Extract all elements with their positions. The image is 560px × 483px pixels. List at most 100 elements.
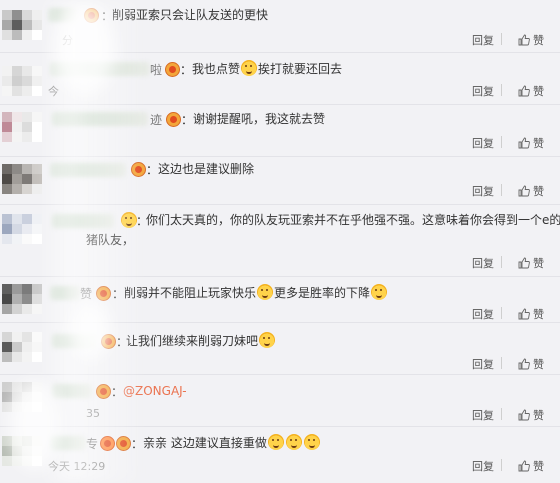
divider bbox=[501, 33, 502, 45]
avatar[interactable] bbox=[2, 214, 42, 244]
comment-item: ： 让我们继续来削弱刀妹吧 回复 赞 bbox=[0, 322, 560, 374]
divider bbox=[501, 459, 502, 471]
timestamp: 35 bbox=[86, 407, 100, 420]
username-blurred[interactable] bbox=[50, 62, 150, 76]
timestamp: 今 bbox=[48, 85, 59, 98]
like-button[interactable]: 赞 bbox=[518, 356, 544, 372]
username-tail[interactable]: 赞 bbox=[80, 285, 92, 302]
divider bbox=[501, 184, 502, 196]
comment-item: ： @ZONGAJ- 35 回复 赞 bbox=[0, 374, 560, 426]
username-blurred[interactable] bbox=[50, 436, 86, 450]
level-badge-icon bbox=[166, 112, 181, 127]
username-tail[interactable]: 迹 bbox=[150, 111, 162, 128]
emoji-icon bbox=[121, 212, 137, 228]
like-button[interactable]: 赞 bbox=[518, 32, 544, 48]
username-blurred[interactable] bbox=[52, 112, 148, 126]
level-badge-icon bbox=[165, 62, 180, 77]
avatar[interactable] bbox=[2, 284, 42, 314]
like-button[interactable]: 赞 bbox=[518, 458, 544, 474]
avatar[interactable] bbox=[2, 10, 42, 40]
reply-button[interactable]: 回复 bbox=[472, 135, 494, 151]
emoji-icon bbox=[241, 60, 258, 76]
level-badge-icon bbox=[96, 286, 111, 301]
colon: ： bbox=[180, 63, 193, 77]
level-badge-icon bbox=[101, 334, 116, 349]
emoji-icon bbox=[285, 434, 302, 450]
username-blurred[interactable] bbox=[50, 286, 80, 300]
level-badge-icon bbox=[84, 8, 99, 23]
avatar[interactable] bbox=[2, 332, 42, 362]
reply-button[interactable]: 回复 bbox=[472, 32, 494, 48]
timestamp: 今天 12:29 bbox=[48, 460, 106, 473]
emoji-icon bbox=[259, 332, 276, 348]
reply-button[interactable]: 回复 bbox=[472, 356, 494, 372]
like-button[interactable]: 赞 bbox=[518, 255, 544, 271]
avatar[interactable] bbox=[2, 436, 42, 466]
like-button[interactable]: 赞 bbox=[518, 135, 544, 151]
reply-button[interactable]: 回复 bbox=[472, 407, 494, 423]
comment-text: 削弱亚索只会让队友送的更快 bbox=[112, 8, 269, 22]
like-button[interactable]: 赞 bbox=[518, 407, 544, 423]
like-label: 赞 bbox=[533, 308, 544, 321]
like-label: 赞 bbox=[533, 460, 544, 473]
like-button[interactable]: 赞 bbox=[518, 83, 544, 99]
emoji-icon bbox=[257, 284, 274, 300]
thumbs-up-icon bbox=[518, 34, 530, 46]
divider bbox=[501, 256, 502, 268]
colon: ： bbox=[146, 163, 159, 177]
like-label: 赞 bbox=[533, 34, 544, 47]
emoji-icon bbox=[371, 284, 388, 300]
level-badge-icon bbox=[131, 162, 146, 177]
username-tail[interactable]: 专 bbox=[86, 435, 98, 452]
comment-list: ： 削弱亚索只会让队友送的更快 分 回复 赞 啦 ： 我也点赞 挨打就要还回去 今… bbox=[0, 0, 560, 483]
vip-badge-icon bbox=[100, 436, 115, 451]
mention-link[interactable]: @ZONGAJ- bbox=[123, 381, 187, 401]
reply-button[interactable]: 回复 bbox=[472, 458, 494, 474]
like-button[interactable]: 赞 bbox=[518, 183, 544, 199]
comment-text: 谢谢提醒吼，我这就去赞 bbox=[193, 112, 326, 126]
thumbs-up-icon bbox=[518, 460, 530, 472]
like-button[interactable]: 赞 bbox=[518, 306, 544, 322]
emoji-icon bbox=[303, 434, 320, 450]
reply-button[interactable]: 回复 bbox=[472, 255, 494, 271]
like-label: 赞 bbox=[533, 358, 544, 371]
colon: ： bbox=[131, 437, 144, 451]
comment-item: 啦 ： 我也点赞 挨打就要还回去 今 回复 赞 bbox=[0, 52, 560, 104]
thumbs-up-icon bbox=[518, 257, 530, 269]
level-badge-icon bbox=[96, 384, 111, 399]
reply-button[interactable]: 回复 bbox=[472, 306, 494, 322]
thumbs-up-icon bbox=[518, 358, 530, 370]
like-label: 赞 bbox=[533, 185, 544, 198]
username-blurred[interactable] bbox=[52, 384, 92, 398]
comment-text: 削弱并不能阻止玩家快乐 更多是胜率的下降 bbox=[124, 283, 388, 303]
like-label: 赞 bbox=[533, 257, 544, 270]
reply-button[interactable]: 回复 bbox=[472, 83, 494, 99]
comment-item: 专 ： 亲亲 这边建议直接重做 今天 12:29 回复 赞 bbox=[0, 426, 560, 483]
username-tail[interactable]: 啦 bbox=[150, 61, 162, 78]
comment-text: 你们太天真的，你的队友玩亚索并不在乎他强不强。这意味着你会得到一个e的 bbox=[146, 213, 560, 227]
like-label: 赞 bbox=[533, 85, 544, 98]
comment-text: 我也点赞 挨打就要还回去 bbox=[192, 60, 343, 76]
avatar[interactable] bbox=[2, 66, 42, 96]
reply-button[interactable]: 回复 bbox=[472, 183, 494, 199]
comment-item: ： 你们太天真的，你的队友玩亚索并不在乎他强不强。这意味着你会得到一个e的 猪队… bbox=[0, 204, 560, 276]
thumbs-up-icon bbox=[518, 409, 530, 421]
divider bbox=[501, 408, 502, 420]
comment-text-continuation: 猪队友， bbox=[86, 233, 135, 247]
comment-item: ： 削弱亚索只会让队友送的更快 分 回复 赞 bbox=[0, 0, 560, 52]
level-badge-icon bbox=[116, 436, 131, 451]
username-blurred[interactable] bbox=[50, 163, 126, 177]
username-blurred[interactable] bbox=[48, 8, 76, 22]
colon: ： bbox=[111, 385, 124, 399]
colon: ： bbox=[112, 287, 125, 301]
thumbs-up-icon bbox=[518, 185, 530, 197]
username-blurred[interactable] bbox=[52, 214, 114, 228]
username-blurred[interactable] bbox=[52, 334, 96, 348]
avatar[interactable] bbox=[2, 112, 42, 142]
avatar[interactable] bbox=[2, 382, 42, 412]
comment-item: ： 这边也是建议删除 回复 赞 bbox=[0, 156, 560, 204]
comment-item: 迹 ： 谢谢提醒吼，我这就去赞 回复 赞 bbox=[0, 104, 560, 156]
avatar[interactable] bbox=[2, 164, 42, 194]
colon: ： bbox=[181, 113, 194, 127]
thumbs-up-icon bbox=[518, 85, 530, 97]
